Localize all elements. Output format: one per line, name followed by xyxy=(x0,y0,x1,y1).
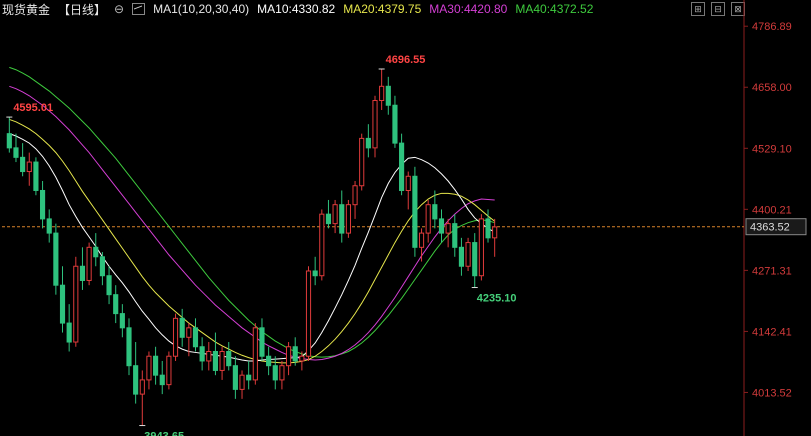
candle-down xyxy=(312,270,318,277)
candle-down xyxy=(472,242,478,277)
candle-down xyxy=(133,365,139,395)
candle-down xyxy=(6,133,12,149)
candle-down xyxy=(79,265,86,281)
candle-up xyxy=(492,226,498,239)
y-tick-label: 4013.52 xyxy=(752,387,792,399)
candle-up xyxy=(279,365,285,381)
y-tick-label: 4658.00 xyxy=(752,82,792,94)
candle-up xyxy=(285,346,292,367)
candle-up xyxy=(465,242,471,267)
candle-down xyxy=(13,147,19,158)
candle-down xyxy=(226,350,232,367)
candle-up xyxy=(478,218,484,277)
y-tick-label: 4142.41 xyxy=(752,326,792,338)
annotation-left-high: 4595.01 xyxy=(13,102,53,114)
candle-down xyxy=(246,374,252,381)
annotation-recent-low: 4235.10 xyxy=(477,293,517,305)
candle-down xyxy=(212,350,219,371)
candle-down xyxy=(153,355,159,376)
candle-down xyxy=(325,213,332,225)
candle-up xyxy=(445,223,451,234)
candle-down xyxy=(485,218,491,239)
candle-up xyxy=(252,327,258,381)
candle-down xyxy=(39,189,46,220)
candle-up xyxy=(219,350,225,371)
candle-down xyxy=(20,156,26,173)
candle-down xyxy=(292,346,298,362)
candle-up xyxy=(73,265,79,343)
candle-down xyxy=(458,246,465,267)
ma40-line xyxy=(9,66,495,358)
candle-down xyxy=(93,246,99,258)
candle-down xyxy=(438,218,445,234)
candle-up xyxy=(299,355,305,362)
annotation-low: 3943.65 xyxy=(144,431,184,436)
candle-up xyxy=(26,161,32,173)
candle-down xyxy=(339,204,345,234)
annotation-high: 4696.55 xyxy=(386,54,426,66)
candlestick-chart[interactable]: 4786.89 4658.00 4529.10 4400.21 4271.31 4142.… xyxy=(0,0,811,436)
candle-up xyxy=(352,185,358,206)
candle-up xyxy=(379,85,385,102)
candle-up xyxy=(139,379,145,395)
candle-up xyxy=(172,317,179,357)
candle-up xyxy=(305,270,312,357)
candle-up xyxy=(425,204,431,234)
y-tick-label: 4271.31 xyxy=(752,265,792,277)
candle-down xyxy=(259,327,265,357)
candle-down xyxy=(53,232,59,286)
candle-down xyxy=(385,85,391,106)
candle-down xyxy=(365,137,371,149)
candle-down xyxy=(272,365,278,381)
candle-up xyxy=(405,175,411,191)
candle-up xyxy=(319,213,325,277)
candle-up xyxy=(186,327,192,338)
candle-down xyxy=(399,142,405,191)
candle-down xyxy=(179,317,185,338)
candle-down xyxy=(99,256,105,277)
candle-down xyxy=(432,204,438,220)
y-tick-label: 4786.89 xyxy=(752,21,792,33)
candle-up xyxy=(146,355,152,381)
candle-down xyxy=(33,161,39,191)
candle-down xyxy=(106,275,112,296)
current-price-label: 4363.52 xyxy=(750,222,790,234)
candle-up xyxy=(345,204,351,234)
candle-down xyxy=(126,327,132,367)
candle-down xyxy=(412,175,418,248)
candle-down xyxy=(232,365,238,390)
candle-up xyxy=(206,350,212,362)
candle-down xyxy=(392,104,398,144)
candle-down xyxy=(113,294,119,315)
candle-up xyxy=(359,137,365,187)
candle-up xyxy=(86,246,92,281)
candle-down xyxy=(159,374,165,386)
candle-down xyxy=(46,218,52,234)
candle-up xyxy=(166,355,172,386)
candle-down xyxy=(266,355,272,367)
candle-down xyxy=(66,322,72,343)
candle-down xyxy=(59,284,66,324)
candle-down xyxy=(119,313,125,329)
candle-down xyxy=(452,223,458,248)
y-tick-label: 4529.10 xyxy=(752,143,792,155)
candle-down xyxy=(192,327,199,348)
candle-up xyxy=(332,204,338,225)
candle-down xyxy=(199,346,205,362)
candle-up xyxy=(239,374,245,390)
y-tick-label: 4400.21 xyxy=(752,204,792,216)
candle-up xyxy=(372,100,378,149)
ma30-line xyxy=(9,85,495,361)
candle-up xyxy=(418,232,425,248)
